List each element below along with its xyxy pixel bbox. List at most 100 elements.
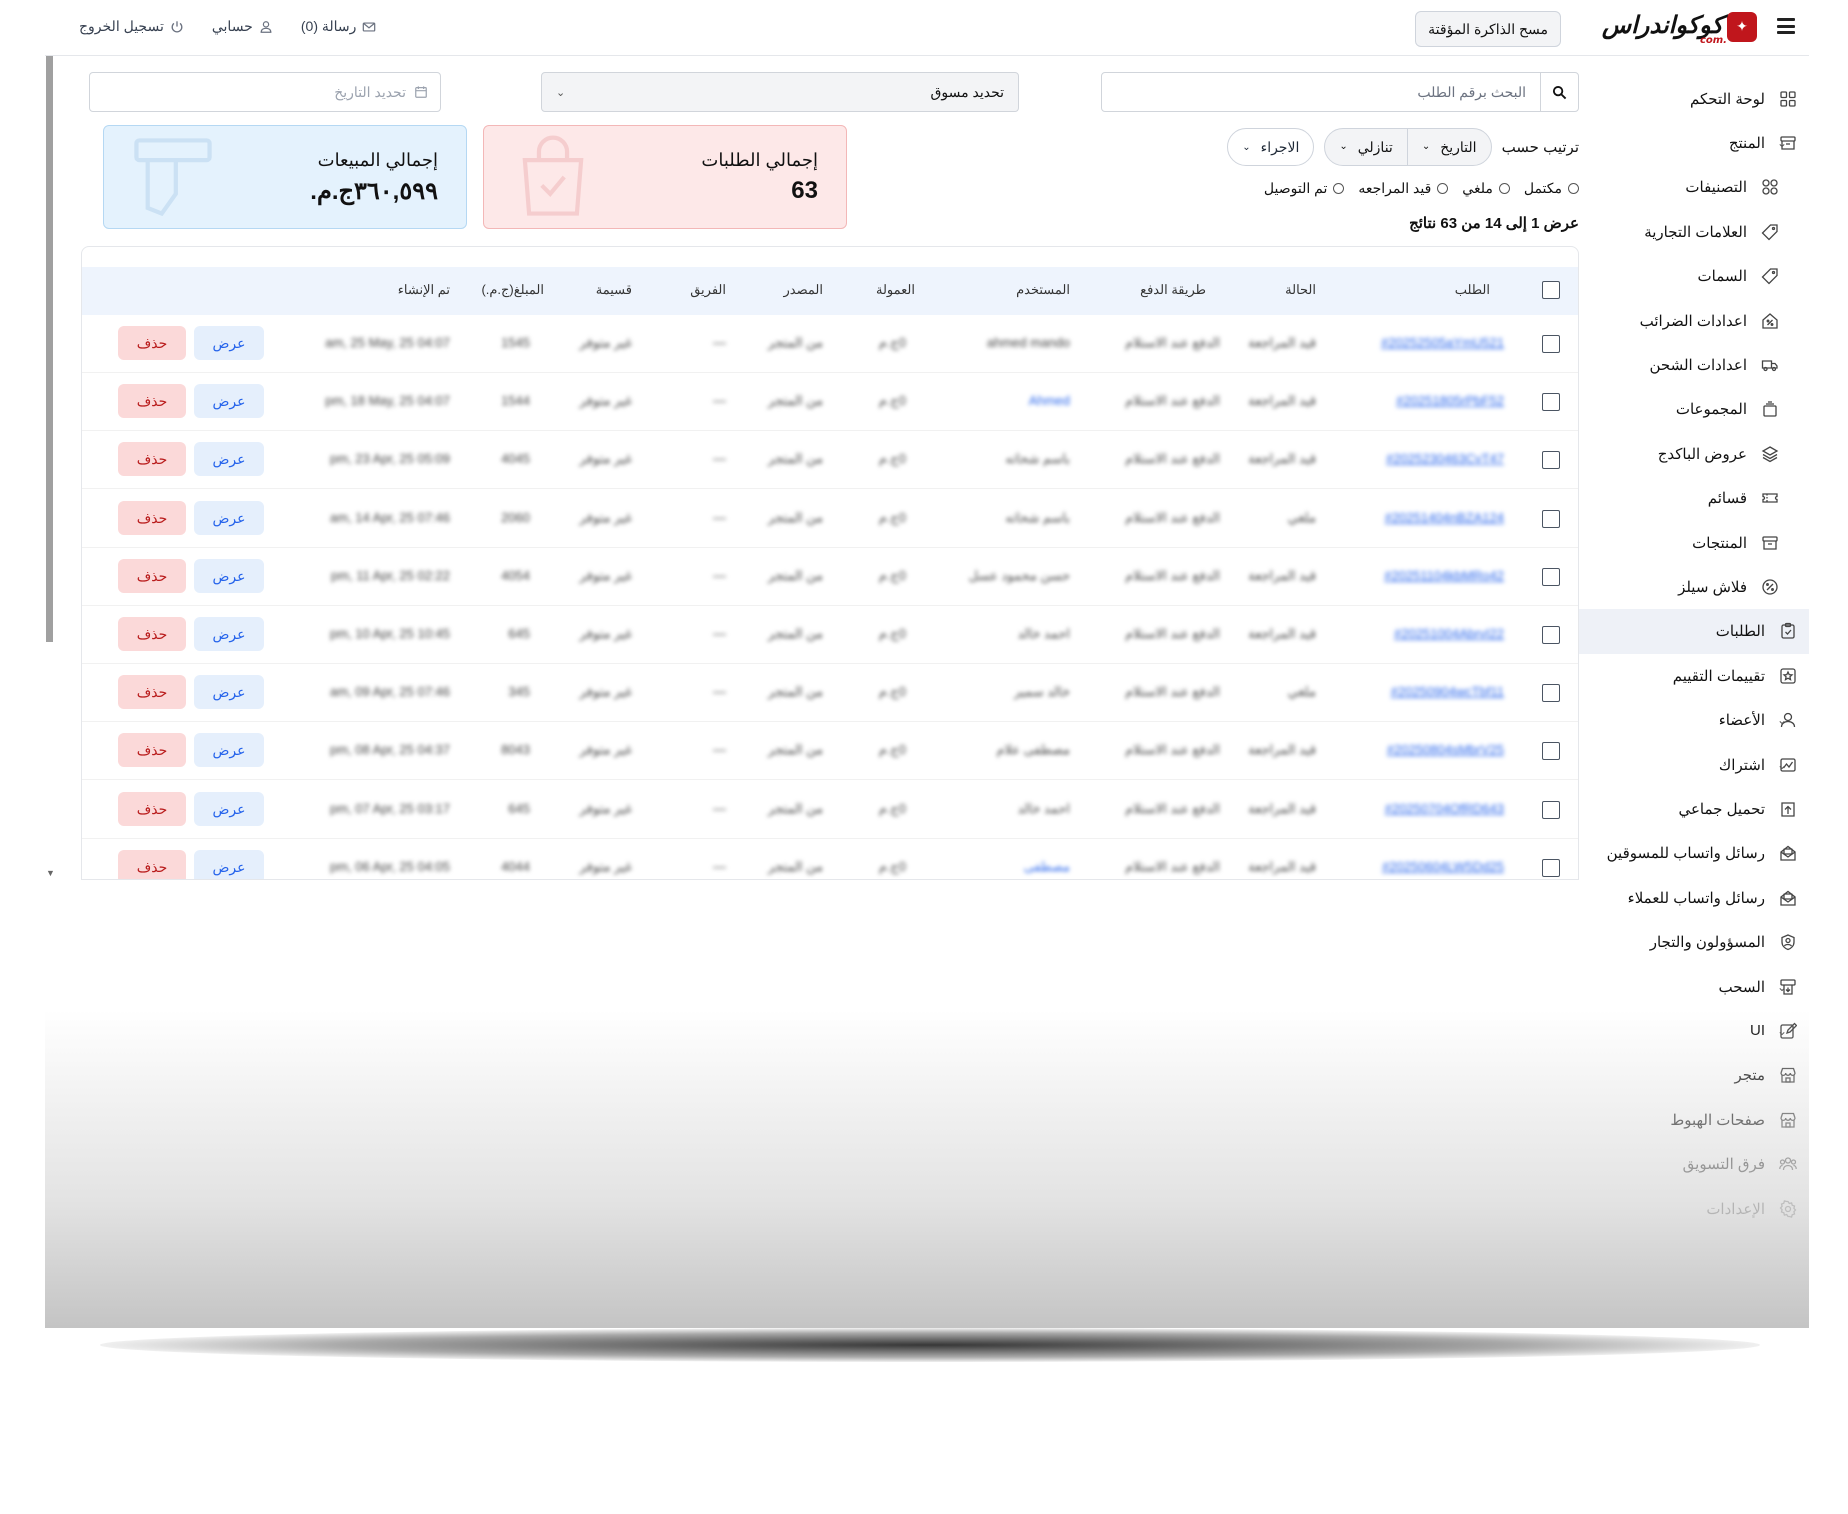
search-input[interactable] xyxy=(1102,73,1540,111)
sidebar-item-4[interactable]: السمات xyxy=(1579,254,1809,299)
sidebar-item-7[interactable]: المجموعات xyxy=(1579,387,1809,432)
chevron-down-icon[interactable]: ⌄ xyxy=(1777,980,1787,994)
row-checkbox[interactable] xyxy=(1542,393,1560,412)
sidebar-item-9[interactable]: قسائم xyxy=(1579,476,1809,521)
actions-dropdown[interactable]: الاجراء ⌄ xyxy=(1227,128,1315,166)
view-button[interactable]: عرض xyxy=(194,675,264,710)
row-checkbox[interactable] xyxy=(1542,858,1560,877)
view-button[interactable]: عرض xyxy=(194,384,264,419)
mail-open-icon xyxy=(1780,845,1796,861)
sidebar-item-14[interactable]: الأعضاء ⌄ xyxy=(1579,698,1809,743)
delete-button[interactable]: حذف xyxy=(118,733,186,768)
sidebar-item-2[interactable]: التصنيفات xyxy=(1579,165,1809,210)
user-cell: ahmed mando xyxy=(986,335,1070,350)
clear-cache-button[interactable]: مسح الذاكرة المؤقتة xyxy=(1415,11,1561,47)
order-link[interactable]: #20252505aYmU521 xyxy=(1381,335,1504,350)
marketer-select[interactable]: تحديد مسوق ⌄ xyxy=(541,72,1019,112)
sidebar-item-3[interactable]: العلامات التجارية xyxy=(1579,209,1809,254)
messages-link[interactable]: رسالة (0) xyxy=(301,18,377,35)
delete-button[interactable]: حذف xyxy=(118,500,186,535)
sidebar-item-17[interactable]: رسائل واتساب للمسوقين xyxy=(1579,831,1809,876)
chevron-down-icon[interactable]: ⌄ xyxy=(1777,713,1787,727)
logout-link[interactable]: تسجيل الخروج xyxy=(79,18,184,35)
sidebar-item-8[interactable]: عروض الباكدج xyxy=(1579,431,1809,476)
account-link[interactable]: حسابي xyxy=(212,18,273,35)
source-cell: من المتجر xyxy=(767,567,823,583)
brand-logo[interactable]: ✦ كوكواندراس com. xyxy=(1602,10,1757,46)
vertical-scrollbar[interactable]: ▼ xyxy=(45,56,55,880)
row-checkbox[interactable] xyxy=(1542,800,1560,819)
delete-button[interactable]: حذف xyxy=(118,791,186,826)
search-button[interactable] xyxy=(1540,73,1578,111)
sidebar-item-10[interactable]: المنتجات xyxy=(1579,520,1809,565)
actions-label: الاجراء xyxy=(1260,138,1300,155)
delete-button[interactable]: حذف xyxy=(118,442,186,477)
row-checkbox[interactable] xyxy=(1542,335,1560,353)
select-all-checkbox[interactable] xyxy=(1542,281,1560,299)
chevron-down-icon[interactable]: ⌄ xyxy=(1777,758,1787,772)
sidebar-item-11[interactable]: فلاش سيلز xyxy=(1579,564,1809,609)
delete-button[interactable]: حذف xyxy=(118,617,186,651)
order-link[interactable]: #20250804sMbrV25 xyxy=(1387,742,1504,757)
view-button[interactable]: عرض xyxy=(194,791,264,826)
delete-button[interactable]: حذف xyxy=(118,849,186,879)
order-link[interactable]: #20251104kbMRo42 xyxy=(1384,568,1504,583)
scroll-down-icon[interactable]: ▼ xyxy=(46,868,55,878)
menu-toggle-icon[interactable] xyxy=(1777,18,1795,34)
view-button[interactable]: عرض xyxy=(194,326,264,360)
sidebar-item-15[interactable]: اشتراك ⌄ xyxy=(1579,742,1809,787)
row-checkbox[interactable] xyxy=(1542,451,1560,470)
delete-button[interactable]: حذف xyxy=(118,675,186,710)
row-checkbox[interactable] xyxy=(1542,684,1560,703)
view-button[interactable]: عرض xyxy=(194,558,264,593)
view-button[interactable]: عرض xyxy=(194,500,264,535)
status-radio-completed[interactable]: مكتمل xyxy=(1524,180,1579,197)
view-button[interactable]: عرض xyxy=(194,849,264,879)
row-checkbox[interactable] xyxy=(1542,742,1560,761)
sort-field-dropdown[interactable]: التاريخ ⌄ xyxy=(1408,129,1491,165)
status-radio-delivered[interactable]: تم التوصيل xyxy=(1264,180,1345,197)
row-checkbox[interactable] xyxy=(1542,509,1560,528)
sidebar-item-23[interactable]: صفحات الهبوط xyxy=(1579,1097,1809,1142)
sidebar-item-18[interactable]: رسائل واتساب للعملاء xyxy=(1579,875,1809,920)
view-button[interactable]: عرض xyxy=(194,442,264,477)
sidebar-item-6[interactable]: اعدادات الشحن xyxy=(1579,342,1809,387)
user-cell: مصطفى علام xyxy=(996,742,1071,758)
date-field[interactable]: تحديد التاريخ xyxy=(89,72,441,112)
chevron-down-icon[interactable]: ⌄ xyxy=(1777,136,1787,150)
status-radio-pending[interactable]: قيد المراجعه xyxy=(1358,180,1449,197)
order-link[interactable]: #20250904wcTbf11 xyxy=(1391,684,1504,699)
order-link[interactable]: #20250604LW5Dd25 xyxy=(1382,859,1504,874)
sidebar-item-20[interactable]: السحب ⌄ xyxy=(1579,964,1809,1009)
delete-button[interactable]: حذف xyxy=(118,384,186,419)
sidebar-item-0[interactable]: لوحة التحكم xyxy=(1579,76,1809,121)
sidebar-item-12[interactable]: الطلبات xyxy=(1579,608,1809,654)
status-cell: ملغي xyxy=(1287,684,1316,700)
sidebar-item-21[interactable]: UI ⌄ xyxy=(1579,1008,1809,1053)
calendar-icon xyxy=(415,86,427,98)
sidebar-item-22[interactable]: متجر xyxy=(1579,1053,1809,1098)
view-button[interactable]: عرض xyxy=(194,617,264,651)
sidebar-item-25[interactable]: الإعدادات xyxy=(1579,1186,1809,1231)
status-radio-cancelled[interactable]: ملغي xyxy=(1462,180,1510,197)
delete-button[interactable]: حذف xyxy=(118,558,186,593)
row-checkbox[interactable] xyxy=(1542,626,1560,644)
order-link[interactable]: #20251404nBZA124 xyxy=(1385,510,1504,525)
chevron-down-icon[interactable]: ⌄ xyxy=(1777,1024,1787,1038)
sidebar-item-24[interactable]: فرق التسويق xyxy=(1579,1142,1809,1187)
order-link[interactable]: #20250704OfRD643 xyxy=(1385,801,1504,816)
sort-order-dropdown[interactable]: تنازلي ⌄ xyxy=(1325,129,1408,165)
delete-button[interactable]: حذف xyxy=(118,326,186,360)
sidebar-item-13[interactable]: تقييمات التقييم xyxy=(1579,653,1809,698)
order-link[interactable]: #20251004AbrvI22 xyxy=(1394,626,1504,641)
scrollbar-thumb[interactable] xyxy=(46,56,53,642)
order-link[interactable]: #2025230463CvT47 xyxy=(1386,451,1504,466)
sidebar-item-19[interactable]: المسؤولون والتجار xyxy=(1579,920,1809,965)
sidebar-item-1[interactable]: المنتج ⌄ xyxy=(1579,120,1809,165)
order-link[interactable]: #20251805rPbF52 xyxy=(1396,393,1504,408)
sidebar-item-label: فلاش سيلز xyxy=(1678,578,1747,596)
sidebar-item-16[interactable]: تحميل جماعي xyxy=(1579,786,1809,831)
sidebar-item-5[interactable]: اعدادات الضرائب xyxy=(1579,298,1809,343)
view-button[interactable]: عرض xyxy=(194,733,264,768)
row-checkbox[interactable] xyxy=(1542,567,1560,586)
